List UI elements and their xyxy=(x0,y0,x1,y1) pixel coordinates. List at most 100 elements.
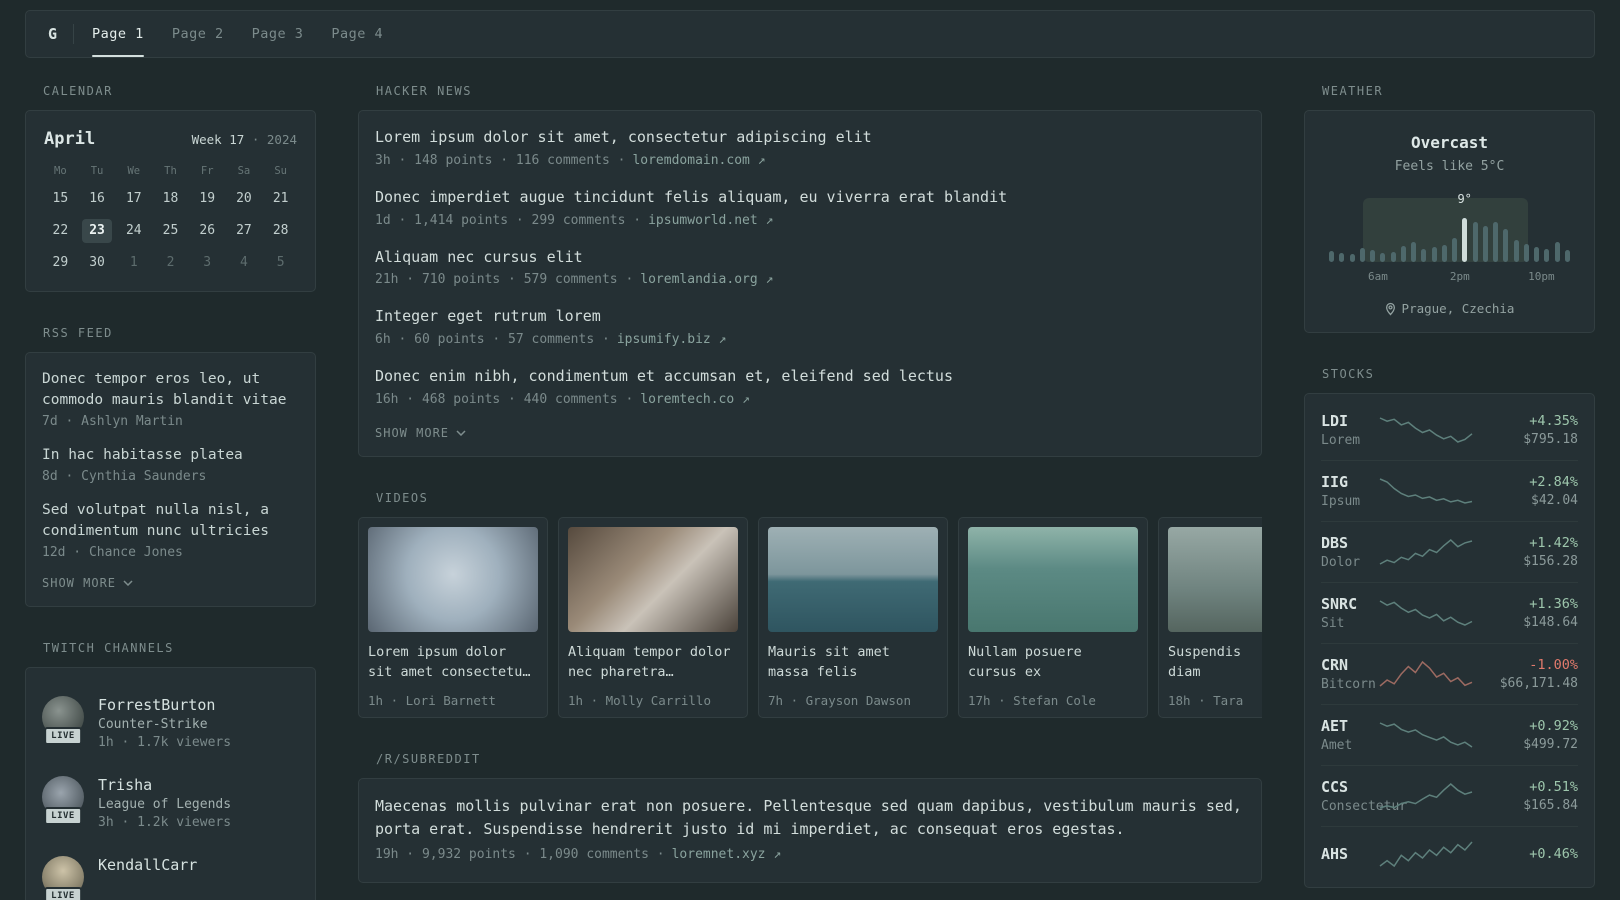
stock-ticker[interactable]: LDI xyxy=(1321,412,1370,430)
page-tab[interactable]: Page 2 xyxy=(172,11,224,57)
video-title[interactable]: Lorem ipsum dolor sit amet consectetu… xyxy=(368,642,538,683)
news-item: Aliquam nec cursus elit 21h · 710 points… xyxy=(375,247,1245,288)
video-meta: 1h · Molly Carrillo xyxy=(568,692,711,708)
rss-item-meta: 7d · Ashlyn Martin xyxy=(42,414,183,430)
stock-ticker[interactable]: CCS xyxy=(1321,778,1370,796)
channel-name[interactable]: Trisha xyxy=(98,776,231,794)
stock-price: $795.18 xyxy=(1523,432,1578,447)
calendar-day: 25 xyxy=(162,223,179,238)
weather-location-text: Prague, Czechia xyxy=(1401,301,1515,316)
hacker-news-show-more-button[interactable]: SHOW MORE xyxy=(375,426,466,440)
channel-info: ForrestBurton Counter-Strike 1h · 1.7k v… xyxy=(98,696,231,750)
stock-ticker[interactable]: AET xyxy=(1321,717,1370,735)
video-meta: 18h · Tara xyxy=(1168,692,1244,708)
video-thumbnail[interactable] xyxy=(1168,526,1262,632)
hacker-news-widget: HACKER NEWS Lorem ipsum dolor sit amet, … xyxy=(358,84,1262,457)
rss-item-title[interactable]: In hac habitasse platea xyxy=(42,445,299,466)
right-column: WEATHER Overcast Feels like 5°C 9° 6am 2p… xyxy=(1304,84,1595,900)
news-source-link[interactable]: ipsumworld.net ↗ xyxy=(648,213,773,228)
calendar-day: 1 xyxy=(129,255,138,270)
news-source-link[interactable]: loremtech.co ↗ xyxy=(640,392,750,407)
stock-values: +0.51% $165.84 xyxy=(1482,779,1578,813)
stock-row: SNRC Sit +1.36% $148.64 xyxy=(1321,582,1578,643)
page-tab[interactable]: Page 4 xyxy=(331,11,383,57)
rss-show-more-button[interactable]: SHOW MORE xyxy=(42,576,133,590)
video-card[interactable]: Mauris sit amet massa felis 7h · Grayson… xyxy=(758,516,948,718)
day-of-week-label: Fr xyxy=(200,165,214,177)
stock-ticker[interactable]: IIG xyxy=(1321,473,1370,491)
calendar-week-year: Week 17 · 2024 xyxy=(192,132,297,147)
twitch-channel-row[interactable]: LIVE ForrestBurton Counter-Strike 1h · 1… xyxy=(42,684,299,764)
video-card[interactable]: Lorem ipsum dolor sit amet consectetu… 1… xyxy=(358,516,548,718)
video-title[interactable]: Suspendis diam xyxy=(1168,642,1262,683)
stock-ticker[interactable]: SNRC xyxy=(1321,595,1370,613)
logo[interactable]: G xyxy=(48,25,57,43)
video-thumbnail[interactable] xyxy=(968,526,1138,632)
stock-values: -1.00% $66,171.48 xyxy=(1482,657,1578,691)
day-of-week-label: Mo xyxy=(54,165,67,177)
calendar-day: 16 xyxy=(89,191,105,206)
channel-name[interactable]: ForrestBurton xyxy=(98,696,231,714)
rss-item-title[interactable]: Sed volutpat nulla nisl, a condimentum n… xyxy=(42,500,299,542)
weather-bar xyxy=(1493,222,1498,262)
page-tab[interactable]: Page 1 xyxy=(92,11,144,57)
video-thumbnail[interactable] xyxy=(568,526,738,632)
stock-name: Bitcorn xyxy=(1321,677,1376,692)
rss-item-title[interactable]: Donec tempor eros leo, ut commodo mauris… xyxy=(42,369,299,411)
news-meta: 3h · 148 points · 116 comments · loremdo… xyxy=(375,153,1245,168)
weather-bar xyxy=(1400,246,1406,262)
live-badge: LIVE xyxy=(44,807,82,826)
chevron-down-icon xyxy=(123,580,133,587)
page-tab[interactable]: Page 3 xyxy=(252,11,304,57)
stock-name: Consectetur xyxy=(1321,799,1408,814)
post-source-link[interactable]: loremnet.xyz ↗ xyxy=(672,847,782,862)
reddit-post-list: Maecenas mollis pulvinar erat non posuer… xyxy=(375,795,1245,863)
news-stats: 16h · 468 points · 440 comments · xyxy=(375,391,634,407)
news-meta: 16h · 468 points · 440 comments · loremt… xyxy=(375,392,1245,407)
news-meta: 6h · 60 points · 57 comments · ipsumify.… xyxy=(375,332,1245,347)
news-title[interactable]: Lorem ipsum dolor sit amet, consectetur … xyxy=(375,127,1245,149)
news-title[interactable]: Donec enim nibh, condimentum et accumsan… xyxy=(375,366,1245,388)
weather-bar xyxy=(1349,254,1355,262)
post-title[interactable]: Maecenas mollis pulvinar erat non posuer… xyxy=(375,795,1245,842)
news-source-link[interactable]: loremdomain.com ↗ xyxy=(632,153,765,168)
location-pin-icon xyxy=(1385,302,1395,315)
news-title[interactable]: Aliquam nec cursus elit xyxy=(375,247,1245,269)
news-source-link[interactable]: ipsumify.biz ↗ xyxy=(617,332,727,347)
stock-price: $148.64 xyxy=(1523,615,1578,630)
stock-price: $156.28 xyxy=(1523,554,1578,569)
calendar-day: 19 xyxy=(199,191,216,206)
day-of-week-label: We xyxy=(127,165,141,177)
news-title[interactable]: Donec imperdiet augue tincidunt felis al… xyxy=(375,187,1245,209)
twitch-channel-row[interactable]: LIVE Trisha League of Legends 3h · 1.2k … xyxy=(42,764,299,844)
rss-item: Sed volutpat nulla nisl, a condimentum n… xyxy=(42,500,299,560)
time-label: 6am xyxy=(1368,270,1388,283)
stock-identity: CCS Consectetur xyxy=(1321,778,1408,814)
channel-name[interactable]: KendallCarr xyxy=(98,856,197,874)
weather-widget: WEATHER Overcast Feels like 5°C 9° 6am 2p… xyxy=(1304,84,1595,333)
video-title[interactable]: Aliquam tempor dolor nec pharetra… xyxy=(568,642,738,683)
stock-ticker[interactable]: CRN xyxy=(1321,656,1370,674)
video-card[interactable]: Aliquam tempor dolor nec pharetra… 1h · … xyxy=(558,516,748,718)
calendar-day: 17 xyxy=(125,191,142,206)
stock-ticker[interactable]: DBS xyxy=(1321,534,1370,552)
twitch-channel-row[interactable]: LIVE KendallCarr xyxy=(42,844,299,900)
video-title[interactable]: Nullam posuere cursus ex xyxy=(968,642,1138,683)
news-source-link[interactable]: loremlandia.org ↗ xyxy=(640,272,773,287)
post-meta: 19h · 9,932 points · 1,090 comments · lo… xyxy=(375,847,1245,862)
video-title[interactable]: Mauris sit amet massa felis xyxy=(768,642,938,683)
video-card[interactable]: Suspendis diam 18h · Tara xyxy=(1158,516,1262,718)
weather-bar xyxy=(1523,244,1529,262)
weather-bar xyxy=(1390,252,1396,262)
video-thumbnail[interactable] xyxy=(768,526,938,632)
avatar: LIVE xyxy=(42,696,84,746)
video-card[interactable]: Nullam posuere cursus ex 17h · Stefan Co… xyxy=(958,516,1148,718)
video-thumbnail[interactable] xyxy=(368,526,538,632)
rss-item-meta: 8d · Cynthia Saunders xyxy=(42,469,207,485)
stock-row: AET Amet +0.92% $499.72 xyxy=(1321,704,1578,765)
weather-bar xyxy=(1564,250,1570,262)
stock-ticker[interactable]: AHS xyxy=(1321,845,1370,863)
stock-change: +0.51% xyxy=(1529,779,1578,795)
channel-viewers: 3h · 1.2k viewers xyxy=(98,815,232,831)
news-title[interactable]: Integer eget rutrum lorem xyxy=(375,306,1245,328)
